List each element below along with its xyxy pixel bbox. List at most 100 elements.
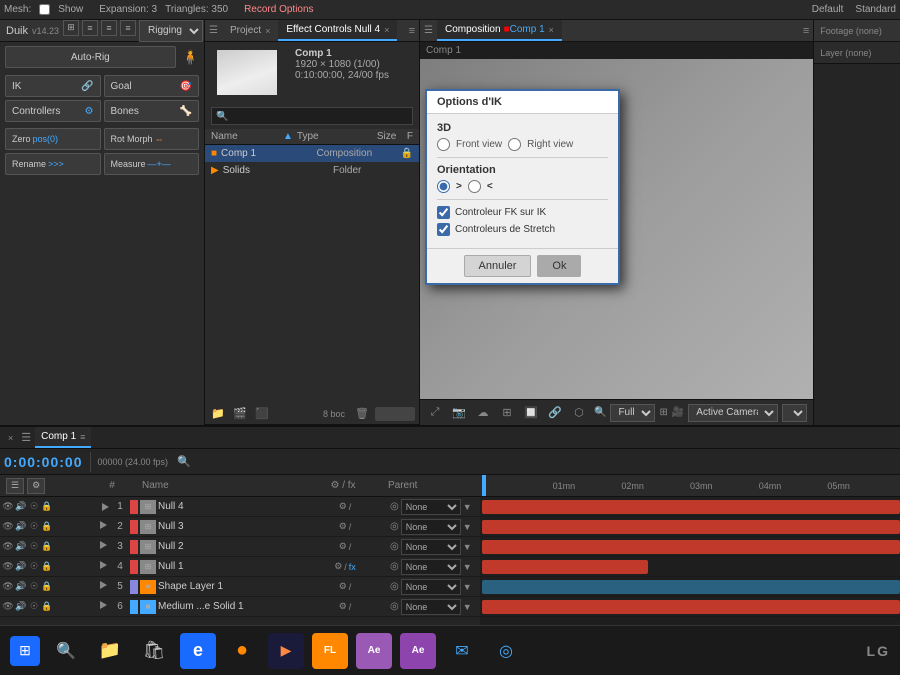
project-search[interactable] (211, 107, 413, 125)
radio-right-view[interactable] (508, 138, 521, 151)
audio-icon-1[interactable]: 🔊 (15, 501, 27, 512)
parent-chevron-2[interactable]: ▼ (463, 522, 472, 532)
timeline-drag[interactable]: ☰ (17, 431, 35, 444)
rotmorph-button[interactable]: Rot Morph ⇔ (104, 128, 200, 150)
record-options-btn[interactable]: Record Options (244, 4, 313, 15)
checkbox-stretch[interactable] (437, 223, 450, 236)
file-item-comp1[interactable]: ■ Comp 1 Composition 🔒 (205, 145, 419, 162)
eye-icon-4[interactable]: 👁 (2, 561, 14, 572)
comp-tool3[interactable]: ☁ (474, 404, 492, 422)
radio-orient-right[interactable] (437, 180, 450, 193)
eye-icon-5[interactable]: 👁 (2, 581, 14, 592)
zoom-select[interactable]: Full (610, 404, 655, 422)
expand-4[interactable] (100, 561, 107, 569)
parent-chevron-1[interactable]: ▼ (463, 502, 472, 512)
tab-timeline[interactable]: Comp 1 ≡ (35, 427, 91, 448)
new-comp-icon[interactable]: 🎬 (231, 405, 249, 423)
eye-icon-3[interactable]: 👁 (2, 541, 14, 552)
comp-tool6[interactable]: 🔗 (546, 404, 564, 422)
rigging-dropdown[interactable]: Rigging (139, 20, 203, 42)
ok-button[interactable]: Ok (537, 255, 581, 277)
taskbar-search[interactable]: 🔍 (48, 633, 84, 669)
audio-icon-5[interactable]: 🔊 (15, 581, 27, 592)
parent-select-1[interactable]: None (401, 499, 461, 515)
parent-select-2[interactable]: None (401, 519, 461, 535)
parent-chevron-3[interactable]: ▼ (463, 542, 472, 552)
taskbar-chrome[interactable]: ● (224, 633, 260, 669)
start-button[interactable]: ⊞ (10, 636, 40, 666)
tab-project[interactable]: Project × (222, 20, 278, 41)
taskbar-browser[interactable]: ◎ (488, 633, 524, 669)
new-layer-btn[interactable]: ☰ (6, 478, 24, 494)
comp-tool4[interactable]: ⊞ (498, 404, 516, 422)
tab-composition[interactable]: Composition ■ Comp 1 × (437, 20, 562, 41)
checkbox-fk-ik[interactable] (437, 206, 450, 219)
duik-icon-btn3[interactable]: ≡ (101, 20, 117, 36)
taskbar-ae2[interactable]: Ae (400, 633, 436, 669)
taskbar-store[interactable]: 🛍 (136, 633, 172, 669)
layer-row-4[interactable]: 👁 🔊 ☉ 🔒 4 ⊞ Null 1 ⚙ / fx ◎ (0, 557, 480, 577)
eye-icon-2[interactable]: 👁 (2, 521, 14, 532)
bones-button[interactable]: Bones 🦴 (104, 100, 200, 122)
effect-tab-close[interactable]: × (384, 25, 389, 35)
timeline-close[interactable]: × (4, 433, 17, 443)
rename-button[interactable]: Rename >>> (5, 153, 101, 175)
ik-button[interactable]: IK 🔗 (5, 75, 101, 97)
delete-icon[interactable]: 🗑 (353, 405, 371, 423)
duik-icon-btn1[interactable]: ⊞ (63, 20, 79, 36)
comp-menu-icon[interactable]: ≡ (803, 25, 809, 37)
parent-chevron-4[interactable]: ▼ (463, 562, 472, 572)
eye-icon-1[interactable]: 👁 (2, 501, 14, 512)
auto-rig-button[interactable]: Auto-Rig (5, 46, 176, 68)
radio-orient-left[interactable] (468, 180, 481, 193)
lock-icon-3[interactable]: 🔒 (41, 541, 53, 552)
layer-row-2[interactable]: 👁 🔊 ☉ 🔒 2 ⊞ Null 3 ⚙ / ◎ None (0, 517, 480, 537)
drag-handle[interactable]: ☰ (205, 25, 222, 36)
solo-icon-2[interactable]: ☉ (28, 521, 40, 532)
taskbar-media[interactable]: ▶ (268, 633, 304, 669)
duik-icon-btn2[interactable]: ≡ (82, 20, 98, 36)
parent-select-6[interactable]: None (401, 599, 461, 615)
audio-icon-6[interactable]: 🔊 (15, 601, 27, 612)
radio-front-view[interactable] (437, 138, 450, 151)
lock-icon-4[interactable]: 🔒 (41, 561, 53, 572)
expand-6[interactable] (100, 601, 107, 609)
parent-chevron-5[interactable]: ▼ (463, 582, 472, 592)
comp-tool2[interactable]: 📷 (450, 404, 468, 422)
view-select[interactable]: 1▼ (782, 404, 807, 422)
comp-tool5[interactable]: 🔲 (522, 404, 540, 422)
lock-icon-2[interactable]: 🔒 (41, 521, 53, 532)
camera-select[interactable]: Active Camera (688, 404, 778, 422)
measure-button[interactable]: Measure —+— (104, 153, 200, 175)
parent-select-4[interactable]: None (401, 559, 461, 575)
solo-icon-4[interactable]: ☉ (28, 561, 40, 572)
tab-effect-controls[interactable]: Effect Controls Null 4 × (278, 20, 397, 41)
comp-tab-close[interactable]: × (549, 25, 554, 35)
layer-row-5[interactable]: 👁 🔊 ☉ 🔒 5 ★ Shape Layer 1 ⚙ / ◎ (0, 577, 480, 597)
lock-icon-5[interactable]: 🔒 (41, 581, 53, 592)
taskbar-files[interactable]: 📁 (92, 633, 128, 669)
lock-icon-1[interactable]: 🔒 (41, 501, 53, 512)
layer-row-6[interactable]: 👁 🔊 ☉ 🔒 6 ■ Medium ...e Solid 1 ⚙ / ◎ (0, 597, 480, 617)
solo-icon-5[interactable]: ☉ (28, 581, 40, 592)
comp-drag-handle[interactable]: ☰ (420, 25, 437, 36)
goal-button[interactable]: Goal 🎯 (104, 75, 200, 97)
cancel-button[interactable]: Annuler (464, 255, 532, 277)
comp-tool1[interactable]: ⤢ (426, 404, 444, 422)
parent-select-3[interactable]: None (401, 539, 461, 555)
audio-icon-3[interactable]: 🔊 (15, 541, 27, 552)
expand-5[interactable] (100, 581, 107, 589)
eye-icon-6[interactable]: 👁 (2, 601, 14, 612)
lock-icon-6[interactable]: 🔒 (41, 601, 53, 612)
expand-3[interactable] (100, 541, 107, 549)
solo-icon-1[interactable]: ☉ (28, 501, 40, 512)
taskbar-edge[interactable]: e (180, 633, 216, 669)
parent-select-5[interactable]: None (401, 579, 461, 595)
duik-icon-btn4[interactable]: ≡ (120, 20, 136, 36)
expand-1[interactable] (102, 503, 109, 511)
timeline-menu[interactable]: ≡ (80, 432, 85, 442)
project-tab-close[interactable]: × (265, 26, 270, 36)
zero-button[interactable]: Zero pos(0) (5, 128, 101, 150)
solo-icon-6[interactable]: ☉ (28, 601, 40, 612)
layer-row-3[interactable]: 👁 🔊 ☉ 🔒 3 ⊞ Null 2 ⚙ / ◎ None (0, 537, 480, 557)
